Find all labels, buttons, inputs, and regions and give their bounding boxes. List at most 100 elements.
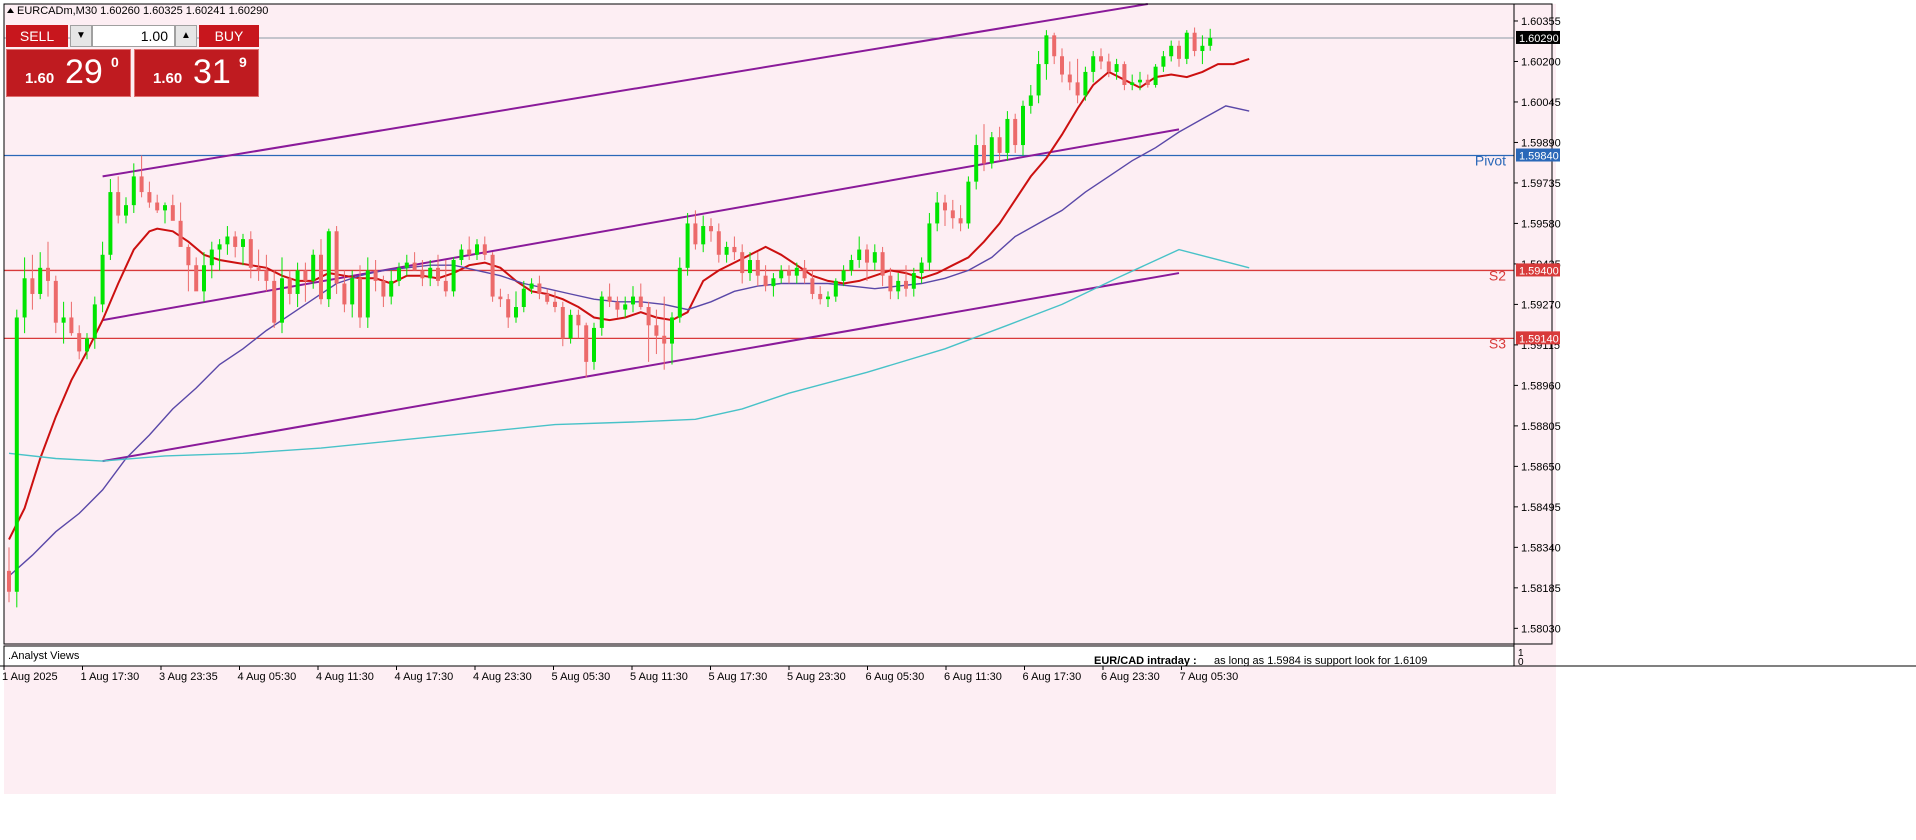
y-tick-label: 1.59890	[1521, 137, 1561, 149]
candle-body	[545, 293, 550, 302]
candle-body	[38, 267, 43, 294]
candle-body	[1208, 37, 1213, 46]
y-tick-label: 1.60200	[1521, 56, 1561, 68]
candle-body	[155, 202, 160, 211]
level-name-pivot: Pivot	[1475, 153, 1506, 169]
candle-body	[53, 280, 58, 323]
candle-body	[553, 301, 557, 308]
buy-price-button[interactable]: 1.60 31 9	[134, 49, 259, 97]
candle-body	[506, 299, 511, 318]
y-tick-label: 1.59735	[1521, 178, 1561, 190]
candle-body	[576, 314, 581, 326]
candle-body	[560, 307, 565, 339]
candle-body	[904, 280, 908, 289]
candle-body	[178, 220, 183, 247]
candle-body	[740, 252, 745, 274]
candle-body	[131, 176, 136, 206]
candle-body	[966, 181, 971, 224]
candle-body	[334, 231, 339, 284]
candle-body	[1138, 79, 1142, 83]
candle-body	[1028, 95, 1033, 106]
candle-body	[61, 317, 66, 323]
sell-button[interactable]: SELL	[6, 25, 68, 47]
candle-body	[763, 275, 768, 287]
y-tick-label: 1.58030	[1521, 623, 1561, 635]
lot-size-input[interactable]: 1.00	[92, 25, 175, 47]
candle-body	[662, 335, 667, 344]
candle-body	[732, 246, 737, 253]
candle-body	[615, 301, 620, 310]
candle-body	[693, 223, 698, 245]
x-tick-label: 3 Aug 23:35	[159, 671, 218, 683]
candle-body	[1169, 45, 1174, 57]
bearish-candle	[490, 252, 495, 302]
candle-body	[30, 278, 35, 294]
candle-body	[1145, 79, 1150, 85]
candle-body	[124, 205, 128, 216]
x-tick-label: 6 Aug 05:30	[866, 671, 925, 683]
candle-body	[701, 226, 706, 245]
candle-body	[1130, 82, 1135, 85]
candle-body	[1083, 71, 1088, 96]
candle-body	[818, 293, 823, 300]
level-name-s2: S2	[1489, 267, 1506, 283]
candle-body	[46, 267, 50, 281]
candle-body	[209, 249, 214, 266]
y-tick-label: 1.58960	[1521, 380, 1561, 392]
candle-body	[670, 317, 674, 344]
candle-body	[77, 333, 82, 352]
candle-body	[677, 267, 682, 318]
candle-body	[241, 239, 245, 247]
candle-body	[724, 246, 729, 255]
x-tick-label: 1 Aug 2025	[2, 671, 58, 683]
lot-increase-icon[interactable]: ▲	[175, 25, 197, 47]
candle-body	[872, 252, 877, 263]
candle-body	[389, 280, 394, 297]
candle-body	[1099, 56, 1103, 62]
x-tick-label: 6 Aug 17:30	[1023, 671, 1082, 683]
indicator-scale-bottom: 0	[1518, 657, 1524, 668]
candle-body	[888, 275, 893, 292]
candle-body	[428, 267, 433, 279]
candle-body	[490, 254, 495, 297]
bullish-candle	[1153, 64, 1158, 88]
candle-body	[170, 205, 175, 221]
candle-body	[974, 145, 979, 182]
candle-body	[358, 278, 362, 318]
y-tick-label: 1.60355	[1521, 16, 1561, 28]
buy-price-prefix: 1.60	[153, 70, 183, 87]
candle-body	[498, 296, 503, 300]
candle-body	[475, 244, 479, 255]
candle-body	[584, 325, 589, 362]
candle-body	[849, 260, 854, 271]
sell-price-button[interactable]: 1.60 29 0	[6, 49, 131, 97]
candle-body	[1005, 118, 1010, 153]
candle-body	[997, 137, 1002, 153]
sell-price-prefix: 1.60	[25, 70, 55, 87]
candle-body	[1177, 45, 1181, 59]
candle-body	[365, 270, 370, 318]
y-tick-label: 1.59580	[1521, 218, 1561, 230]
candle-body	[420, 270, 425, 279]
candle-body	[116, 192, 121, 216]
candle-body	[1184, 32, 1189, 59]
candle-body	[1060, 56, 1064, 75]
buy-button[interactable]: BUY	[199, 25, 259, 47]
candle-body	[748, 260, 752, 274]
candle-body	[194, 265, 199, 292]
candle-body	[514, 307, 518, 318]
candle-body	[927, 223, 932, 263]
bullish-candle	[326, 228, 331, 308]
candle-body	[202, 265, 206, 292]
candle-body	[943, 202, 947, 211]
lot-decrease-icon[interactable]: ▼	[70, 25, 92, 47]
candle-body	[1075, 82, 1080, 96]
candle-body	[482, 244, 487, 255]
candle-body	[880, 252, 885, 276]
buy-price-pips: 31	[193, 53, 231, 91]
candle-body	[623, 304, 628, 310]
candle-body	[646, 307, 651, 326]
level-price-label: 1.59400	[1519, 265, 1559, 277]
analyst-view-text: as long as 1.5984 is support look for 1.…	[1214, 655, 1427, 667]
buy-price-fraction: 9	[239, 54, 247, 70]
